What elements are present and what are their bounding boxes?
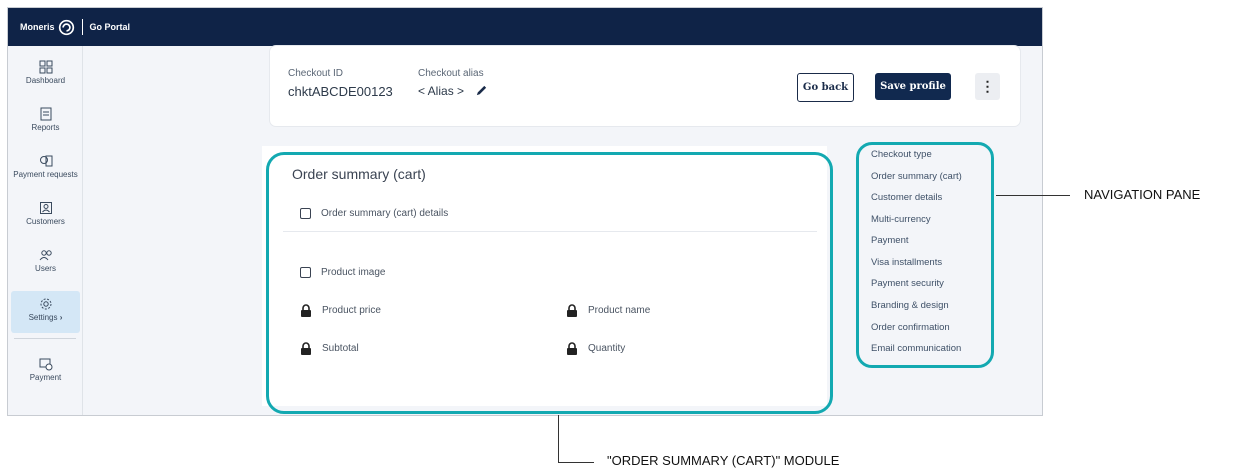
brand-name: Moneris: [20, 22, 55, 32]
checkout-alias-value: < Alias >: [418, 84, 465, 98]
pencil-icon[interactable]: [475, 84, 488, 97]
sidebar-item-settings[interactable]: Settings ›: [11, 291, 80, 333]
checkout-id-label: Checkout ID: [288, 68, 344, 79]
sidebar-item-payment[interactable]: Payment: [11, 351, 80, 393]
save-profile-button[interactable]: Save profile: [875, 73, 951, 100]
module-highlight-outline: [266, 152, 833, 414]
more-options-button[interactable]: ⋮: [975, 73, 1000, 100]
sidebar-divider: [14, 338, 76, 339]
payment-icon: [39, 358, 52, 371]
sidebar: Dashboard Reports Payment requests Custo…: [8, 46, 83, 415]
payment-requests-icon: [39, 155, 52, 167]
sidebar-item-label: Dashboard: [25, 76, 66, 85]
portal-name: Go Portal: [89, 22, 131, 32]
brand-logo[interactable]: Moneris Go Portal: [20, 19, 130, 36]
sidebar-item-label: Payment: [29, 373, 62, 382]
moneris-swirl-icon: [58, 19, 74, 35]
order-summary-module-callout: "ORDER SUMMARY (CART)" MODULE: [607, 453, 840, 468]
dashboard-icon: [39, 60, 52, 74]
module-callout-line-vertical: [558, 415, 559, 462]
checkout-header-card: Checkout ID chktABCDE00123 Checkout alia…: [270, 46, 1020, 126]
brand-separator: [81, 19, 83, 35]
gear-icon: [40, 298, 51, 310]
module-callout-line-horizontal: [558, 462, 594, 463]
top-bar: Moneris Go Portal: [8, 8, 1042, 46]
sidebar-item-dashboard[interactable]: Dashboard: [11, 54, 80, 96]
sidebar-item-label: Customers: [26, 217, 65, 226]
users-icon: [39, 250, 52, 261]
customers-icon: [39, 202, 52, 214]
checkout-alias-label: Checkout alias: [418, 68, 484, 79]
sidebar-item-payment-requests[interactable]: Payment requests: [11, 148, 80, 190]
sidebar-item-customers[interactable]: Customers: [11, 195, 80, 237]
navigation-callout-line: [996, 195, 1070, 196]
navigation-pane-callout: NAVIGATION PANE: [1084, 187, 1201, 202]
navigation-highlight-outline: [856, 142, 994, 368]
sidebar-item-label: Payment requests: [13, 170, 78, 179]
checkout-id-value: chktABCDE00123: [288, 84, 393, 99]
go-back-button[interactable]: Go back: [797, 73, 854, 102]
sidebar-item-label: Reports: [31, 123, 60, 132]
sidebar-item-users[interactable]: Users: [11, 242, 80, 284]
sidebar-item-reports[interactable]: Reports: [11, 101, 80, 143]
reports-icon: [40, 107, 51, 121]
sidebar-item-label: Users: [35, 264, 56, 273]
sidebar-item-label: Settings: [28, 313, 58, 322]
chevron-right-icon: ›: [59, 313, 63, 322]
